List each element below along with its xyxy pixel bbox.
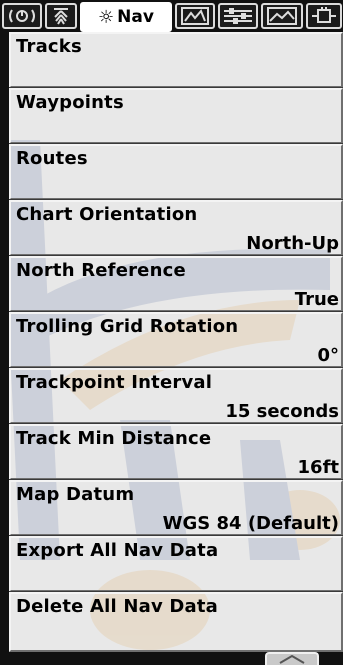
menu-item-value: North-Up [246,233,339,254]
menu-item-label: Routes [16,148,88,169]
menu-item-trolling-grid-rotation[interactable]: Trolling Grid Rotation 0° [8,311,343,369]
views-icon [267,7,297,25]
tab-sonar[interactable] [2,3,42,29]
accessories-icon [312,7,336,23]
tab-navigation[interactable] [45,3,77,29]
tab-setup[interactable] [218,3,258,29]
left-frame [0,32,9,652]
chart-icon [181,7,209,25]
menu-item-value: WGS 84 (Default) [162,513,339,534]
menu-item-label: Delete All Nav Data [16,596,218,617]
menu-item-label: Export All Nav Data [16,540,219,561]
menu-item-north-reference[interactable]: North Reference True [8,255,343,313]
tab-nav[interactable]: ☼ Nav [80,2,172,32]
nav-menu: Tracks Waypoints Routes Chart Orientatio… [8,31,343,653]
menu-item-delete-all-nav-data[interactable]: Delete All Nav Data [8,591,343,653]
menu-item-label: Track Min Distance [16,428,212,449]
navigation-icon [54,8,68,25]
menu-item-value: True [294,289,339,310]
tab-views[interactable] [261,3,303,29]
menu-item-value: 15 seconds [225,401,339,422]
menu-item-routes[interactable]: Routes [8,143,343,201]
menu-item-waypoints[interactable]: Waypoints [8,87,343,145]
tab-accessories[interactable] [306,3,342,29]
menu-item-export-all-nav-data[interactable]: Export All Nav Data [8,535,343,593]
scroll-up-icon [279,655,305,664]
menu-item-map-datum[interactable]: Map Datum WGS 84 (Default) [8,479,343,537]
menu-item-label: Tracks [16,36,82,57]
menu-item-chart-orientation[interactable]: Chart Orientation North-Up [8,199,343,257]
sliders-icon [224,8,252,24]
sonar-icon [9,9,35,23]
menu-item-label: Waypoints [16,92,124,113]
tab-chart[interactable] [175,3,215,29]
menu-item-trackpoint-interval[interactable]: Trackpoint Interval 15 seconds [8,367,343,425]
nav-sun-icon: ☼ [98,6,115,28]
menu-item-tracks[interactable]: Tracks [8,31,343,89]
menu-item-label: Chart Orientation [16,204,198,225]
menu-item-label: Trolling Grid Rotation [16,316,239,337]
scroll-up-button[interactable] [265,652,319,665]
menu-item-value: 16ft [297,457,339,478]
menu-item-label: North Reference [16,260,186,281]
menu-item-label: Trackpoint Interval [16,372,213,393]
menu-item-track-min-distance[interactable]: Track Min Distance 16ft [8,423,343,481]
tab-nav-label: Nav [117,7,154,27]
menu-item-value: 0° [317,345,339,366]
menu-item-label: Map Datum [16,484,135,505]
tab-bar: ☼ Nav [0,0,343,32]
